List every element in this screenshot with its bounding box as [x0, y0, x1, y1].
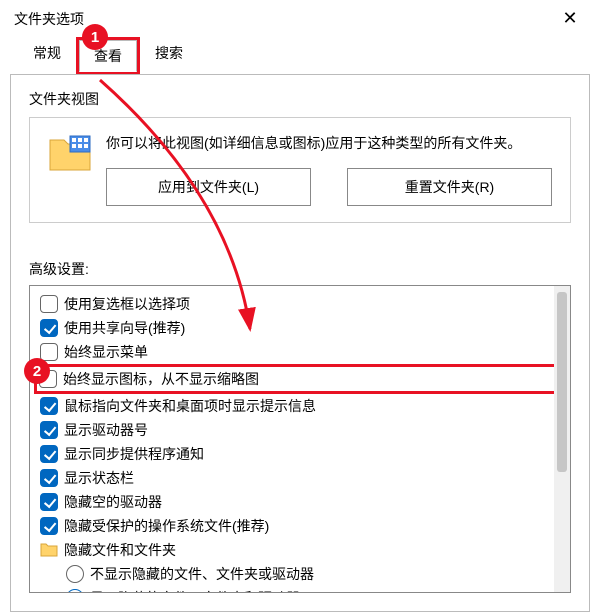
option-always-show-menus[interactable]: 始终显示菜单 — [36, 340, 562, 364]
option-hide-protected-os[interactable]: 隐藏受保护的操作系统文件(推荐) — [36, 514, 562, 538]
scrollbar[interactable] — [554, 286, 570, 592]
option-dont-show-hidden[interactable]: 不显示隐藏的文件、文件夹或驱动器 — [36, 562, 562, 586]
checkbox-checked-icon — [40, 445, 58, 463]
option-label: 隐藏文件和文件夹 — [64, 540, 176, 560]
folder-icon — [40, 542, 58, 558]
checkbox-checked-icon — [40, 397, 58, 415]
radio-unchecked-icon — [66, 565, 84, 583]
checkbox-checked-icon — [40, 493, 58, 511]
option-label: 显示同步提供程序通知 — [64, 444, 204, 464]
option-show-status-bar[interactable]: 显示状态栏 — [36, 466, 562, 490]
option-show-hidden[interactable]: 显示隐藏的文件、文件夹和驱动器 — [36, 586, 562, 593]
option-label: 始终显示菜单 — [64, 342, 148, 362]
scrollbar-thumb[interactable] — [557, 292, 567, 472]
option-label: 不显示隐藏的文件、文件夹或驱动器 — [90, 564, 314, 584]
tab-search[interactable]: 搜索 — [140, 37, 198, 75]
option-label: 显示状态栏 — [64, 468, 134, 488]
option-label: 隐藏空的驱动器 — [64, 492, 162, 512]
window-title: 文件夹选项 — [14, 9, 84, 29]
checkbox-unchecked-icon — [40, 295, 58, 313]
advanced-settings-label: 高级设置: — [29, 259, 571, 279]
option-hide-empty-drives[interactable]: 隐藏空的驱动器 — [36, 490, 562, 514]
advanced-settings-list: 使用复选框以选择项 使用共享向导(推荐) 始终显示菜单 始终显示图标，从不显示缩… — [29, 285, 571, 593]
checkbox-checked-icon — [40, 517, 58, 535]
option-label: 隐藏受保护的操作系统文件(推荐) — [64, 516, 269, 536]
option-use-sharing-wizard[interactable]: 使用共享向导(推荐) — [36, 316, 562, 340]
checkbox-checked-icon — [40, 421, 58, 439]
option-pointer-tooltip[interactable]: 鼠标指向文件夹和桌面项时显示提示信息 — [36, 394, 562, 418]
annotation-badge-1: 1 — [82, 24, 108, 50]
option-use-checkboxes[interactable]: 使用复选框以选择项 — [36, 292, 562, 316]
option-label: 使用共享向导(推荐) — [64, 318, 185, 338]
option-show-sync-notify[interactable]: 显示同步提供程序通知 — [36, 442, 562, 466]
folder-views-label: 文件夹视图 — [29, 89, 571, 109]
option-label: 显示隐藏的文件、文件夹和驱动器 — [90, 588, 300, 593]
close-button[interactable]: ✕ — [554, 8, 586, 29]
tab-general[interactable]: 常规 — [18, 37, 76, 75]
folder-views-group: 你可以将此视图(如详细信息或图标)应用于这种类型的所有文件夹。 应用到文件夹(L… — [29, 117, 571, 223]
apply-to-folders-button[interactable]: 应用到文件夹(L) — [106, 168, 311, 206]
option-label: 始终显示图标，从不显示缩略图 — [63, 369, 259, 389]
checkbox-checked-icon — [40, 319, 58, 337]
option-label: 显示驱动器号 — [64, 420, 148, 440]
annotation-badge-2: 2 — [24, 358, 50, 384]
option-show-drive-letters[interactable]: 显示驱动器号 — [36, 418, 562, 442]
option-label: 使用复选框以选择项 — [64, 294, 190, 314]
radio-checked-icon — [66, 589, 84, 593]
option-always-show-icons[interactable]: 始终显示图标，从不显示缩略图 — [34, 364, 562, 394]
group-hidden-files[interactable]: 隐藏文件和文件夹 — [36, 538, 562, 562]
reset-folders-button[interactable]: 重置文件夹(R) — [347, 168, 552, 206]
checkbox-checked-icon — [40, 469, 58, 487]
folder-views-desc: 你可以将此视图(如详细信息或图标)应用于这种类型的所有文件夹。 — [106, 132, 552, 154]
option-label: 鼠标指向文件夹和桌面项时显示提示信息 — [64, 396, 316, 416]
folder-icon — [48, 134, 92, 174]
